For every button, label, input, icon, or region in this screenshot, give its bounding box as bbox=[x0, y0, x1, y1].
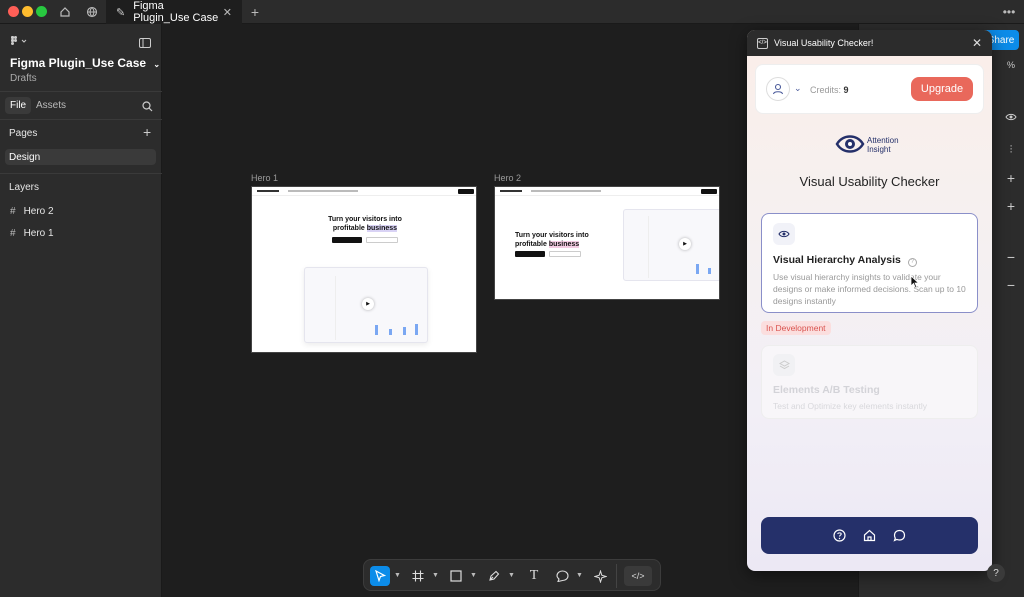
frame-label-hero-2[interactable]: Hero 2 bbox=[494, 173, 521, 183]
play-icon: ▶ bbox=[362, 298, 374, 310]
file-name[interactable]: Figma Plugin_Use Case ⌄ bbox=[10, 56, 160, 70]
plugin-code-icon: </> bbox=[757, 37, 768, 49]
card-description: Test and Optimize key elements instantly bbox=[773, 401, 928, 411]
zoom-level[interactable]: % bbox=[1002, 56, 1020, 74]
plugin-window: </> Visual Usability Checker! ✕ ⌄ Credit… bbox=[747, 30, 992, 571]
rectangle-tool-icon[interactable] bbox=[446, 566, 466, 586]
comment-tool-icon[interactable] bbox=[552, 566, 572, 586]
chevron-down-icon[interactable]: ▼ bbox=[470, 572, 477, 579]
remove-icon[interactable]: − bbox=[1002, 276, 1020, 294]
minimize-window-button[interactable] bbox=[22, 6, 33, 17]
avatar[interactable] bbox=[766, 77, 790, 101]
help-icon[interactable]: ? bbox=[907, 257, 917, 267]
chevron-down-icon[interactable]: ▼ bbox=[508, 572, 515, 579]
frame-label-hero-1[interactable]: Hero 1 bbox=[251, 173, 278, 183]
visual-hierarchy-card[interactable]: Visual Hierarchy Analysis ? Use visual h… bbox=[761, 213, 978, 313]
sidebar-toggle-icon[interactable] bbox=[139, 35, 151, 53]
play-icon: ▶ bbox=[679, 238, 691, 250]
add-icon[interactable]: + bbox=[1002, 169, 1020, 187]
frame-dashboard-preview: ▶ bbox=[623, 209, 719, 281]
frame-hero-1[interactable]: Turn your visitors into profitable busin… bbox=[251, 186, 477, 353]
layer-item-hero-2[interactable]: # Hero 2 bbox=[10, 206, 54, 217]
frame-tool-icon[interactable] bbox=[408, 566, 428, 586]
layers-icon bbox=[773, 354, 795, 376]
page-item-design[interactable]: Design bbox=[5, 149, 156, 165]
help-button[interactable]: ? bbox=[987, 564, 1005, 582]
tab-assets[interactable]: Assets bbox=[31, 97, 71, 114]
pen-tool-icon: ✎ bbox=[116, 6, 126, 19]
home-icon[interactable] bbox=[56, 3, 74, 21]
bottom-toolbar: ▼ ▼ ▼ ▼ T ▼ </> bbox=[363, 559, 661, 591]
globe-icon[interactable] bbox=[83, 3, 101, 21]
search-icon[interactable] bbox=[142, 99, 153, 117]
text-tool-icon[interactable]: T bbox=[524, 566, 544, 586]
add-page-icon[interactable]: + bbox=[143, 124, 151, 140]
attention-insight-logo: Attention Insight bbox=[835, 131, 905, 159]
card-title: Visual Hierarchy Analysis ? bbox=[773, 254, 917, 267]
new-tab-icon[interactable]: + bbox=[246, 3, 264, 21]
frame-dashboard-preview: ▶ bbox=[304, 267, 428, 343]
figma-menu-icon[interactable] bbox=[10, 34, 28, 52]
browser-tab-bar: ✎ Figma Plugin_Use Case ✕ + ••• bbox=[0, 0, 1024, 24]
ab-testing-card: Elements A/B Testing Test and Optimize k… bbox=[761, 345, 978, 419]
frame-icon: # bbox=[10, 206, 16, 217]
help-icon[interactable] bbox=[831, 527, 847, 543]
layer-item-hero-1[interactable]: # Hero 1 bbox=[10, 228, 54, 239]
pages-heading: Pages bbox=[9, 128, 38, 139]
tab-figma-plugin-use-case[interactable]: ✎ Figma Plugin_Use Case ✕ bbox=[106, 0, 242, 24]
mouse-cursor-icon bbox=[910, 275, 920, 289]
credits-display: Credits: 9 bbox=[810, 85, 849, 95]
eye-icon bbox=[773, 223, 795, 245]
chevron-down-icon[interactable]: ▼ bbox=[576, 572, 583, 579]
more-options-icon[interactable]: ••• bbox=[1000, 3, 1018, 21]
close-plugin-icon[interactable]: ✕ bbox=[972, 36, 982, 50]
close-window-button[interactable] bbox=[8, 6, 19, 17]
layer-label: Hero 2 bbox=[23, 206, 54, 217]
eye-icon[interactable] bbox=[1002, 108, 1020, 126]
frame-nav bbox=[495, 187, 719, 196]
account-card: ⌄ Credits: 9 Upgrade bbox=[755, 64, 984, 114]
tab-title: Figma Plugin_Use Case bbox=[133, 0, 219, 24]
plugin-header: </> Visual Usability Checker! ✕ bbox=[747, 30, 992, 56]
card-title: Elements A/B Testing bbox=[773, 384, 880, 396]
layer-label: Hero 1 bbox=[23, 228, 54, 239]
divider bbox=[616, 564, 617, 588]
frame-headline: Turn your visitors into profitable busin… bbox=[328, 216, 402, 232]
maximize-window-button[interactable] bbox=[36, 6, 47, 17]
frame-headline: Turn your visitors into profitable busin… bbox=[515, 232, 589, 248]
divider bbox=[0, 173, 162, 174]
home-icon[interactable] bbox=[861, 527, 877, 543]
frame-icon: # bbox=[10, 228, 16, 239]
dev-mode-toggle[interactable]: </> bbox=[624, 566, 652, 586]
plugin-bottom-nav bbox=[761, 517, 978, 554]
divider bbox=[0, 91, 162, 92]
file-location[interactable]: Drafts bbox=[10, 73, 37, 84]
plugin-title: Visual Usability Checker! bbox=[774, 38, 874, 48]
actions-sparkle-icon[interactable] bbox=[590, 566, 610, 586]
pen-tool-icon[interactable] bbox=[484, 566, 504, 586]
logo-text: Attention Insight bbox=[867, 136, 899, 154]
chevron-down-icon[interactable]: ▼ bbox=[432, 572, 439, 579]
chevron-down-icon[interactable]: ▼ bbox=[394, 572, 401, 579]
divider bbox=[0, 119, 162, 120]
plugin-heading: Visual Usability Checker bbox=[799, 174, 940, 189]
chevron-down-icon[interactable]: ⌄ bbox=[794, 83, 802, 94]
upgrade-button[interactable]: Upgrade bbox=[911, 77, 973, 101]
remove-icon[interactable]: − bbox=[1002, 248, 1020, 266]
tab-file[interactable]: File bbox=[5, 97, 32, 114]
frame-nav bbox=[252, 187, 476, 196]
add-icon[interactable]: + bbox=[1002, 197, 1020, 215]
frame-hero-2[interactable]: Turn your visitors into profitable busin… bbox=[494, 186, 720, 300]
chat-icon[interactable] bbox=[891, 527, 907, 543]
layers-heading: Layers bbox=[9, 182, 40, 193]
eye-logo-icon bbox=[835, 135, 865, 153]
left-panel: Figma Plugin_Use Case ⌄ Drafts File Asse… bbox=[0, 24, 162, 597]
close-tab-icon[interactable]: ✕ bbox=[223, 6, 232, 19]
move-tool-icon[interactable] bbox=[370, 566, 390, 586]
adjust-icon[interactable]: ⫶ bbox=[1002, 141, 1020, 159]
status-badge: In Development bbox=[761, 321, 831, 335]
card-description: Use visual hierarchy insights to validat… bbox=[773, 272, 966, 306]
